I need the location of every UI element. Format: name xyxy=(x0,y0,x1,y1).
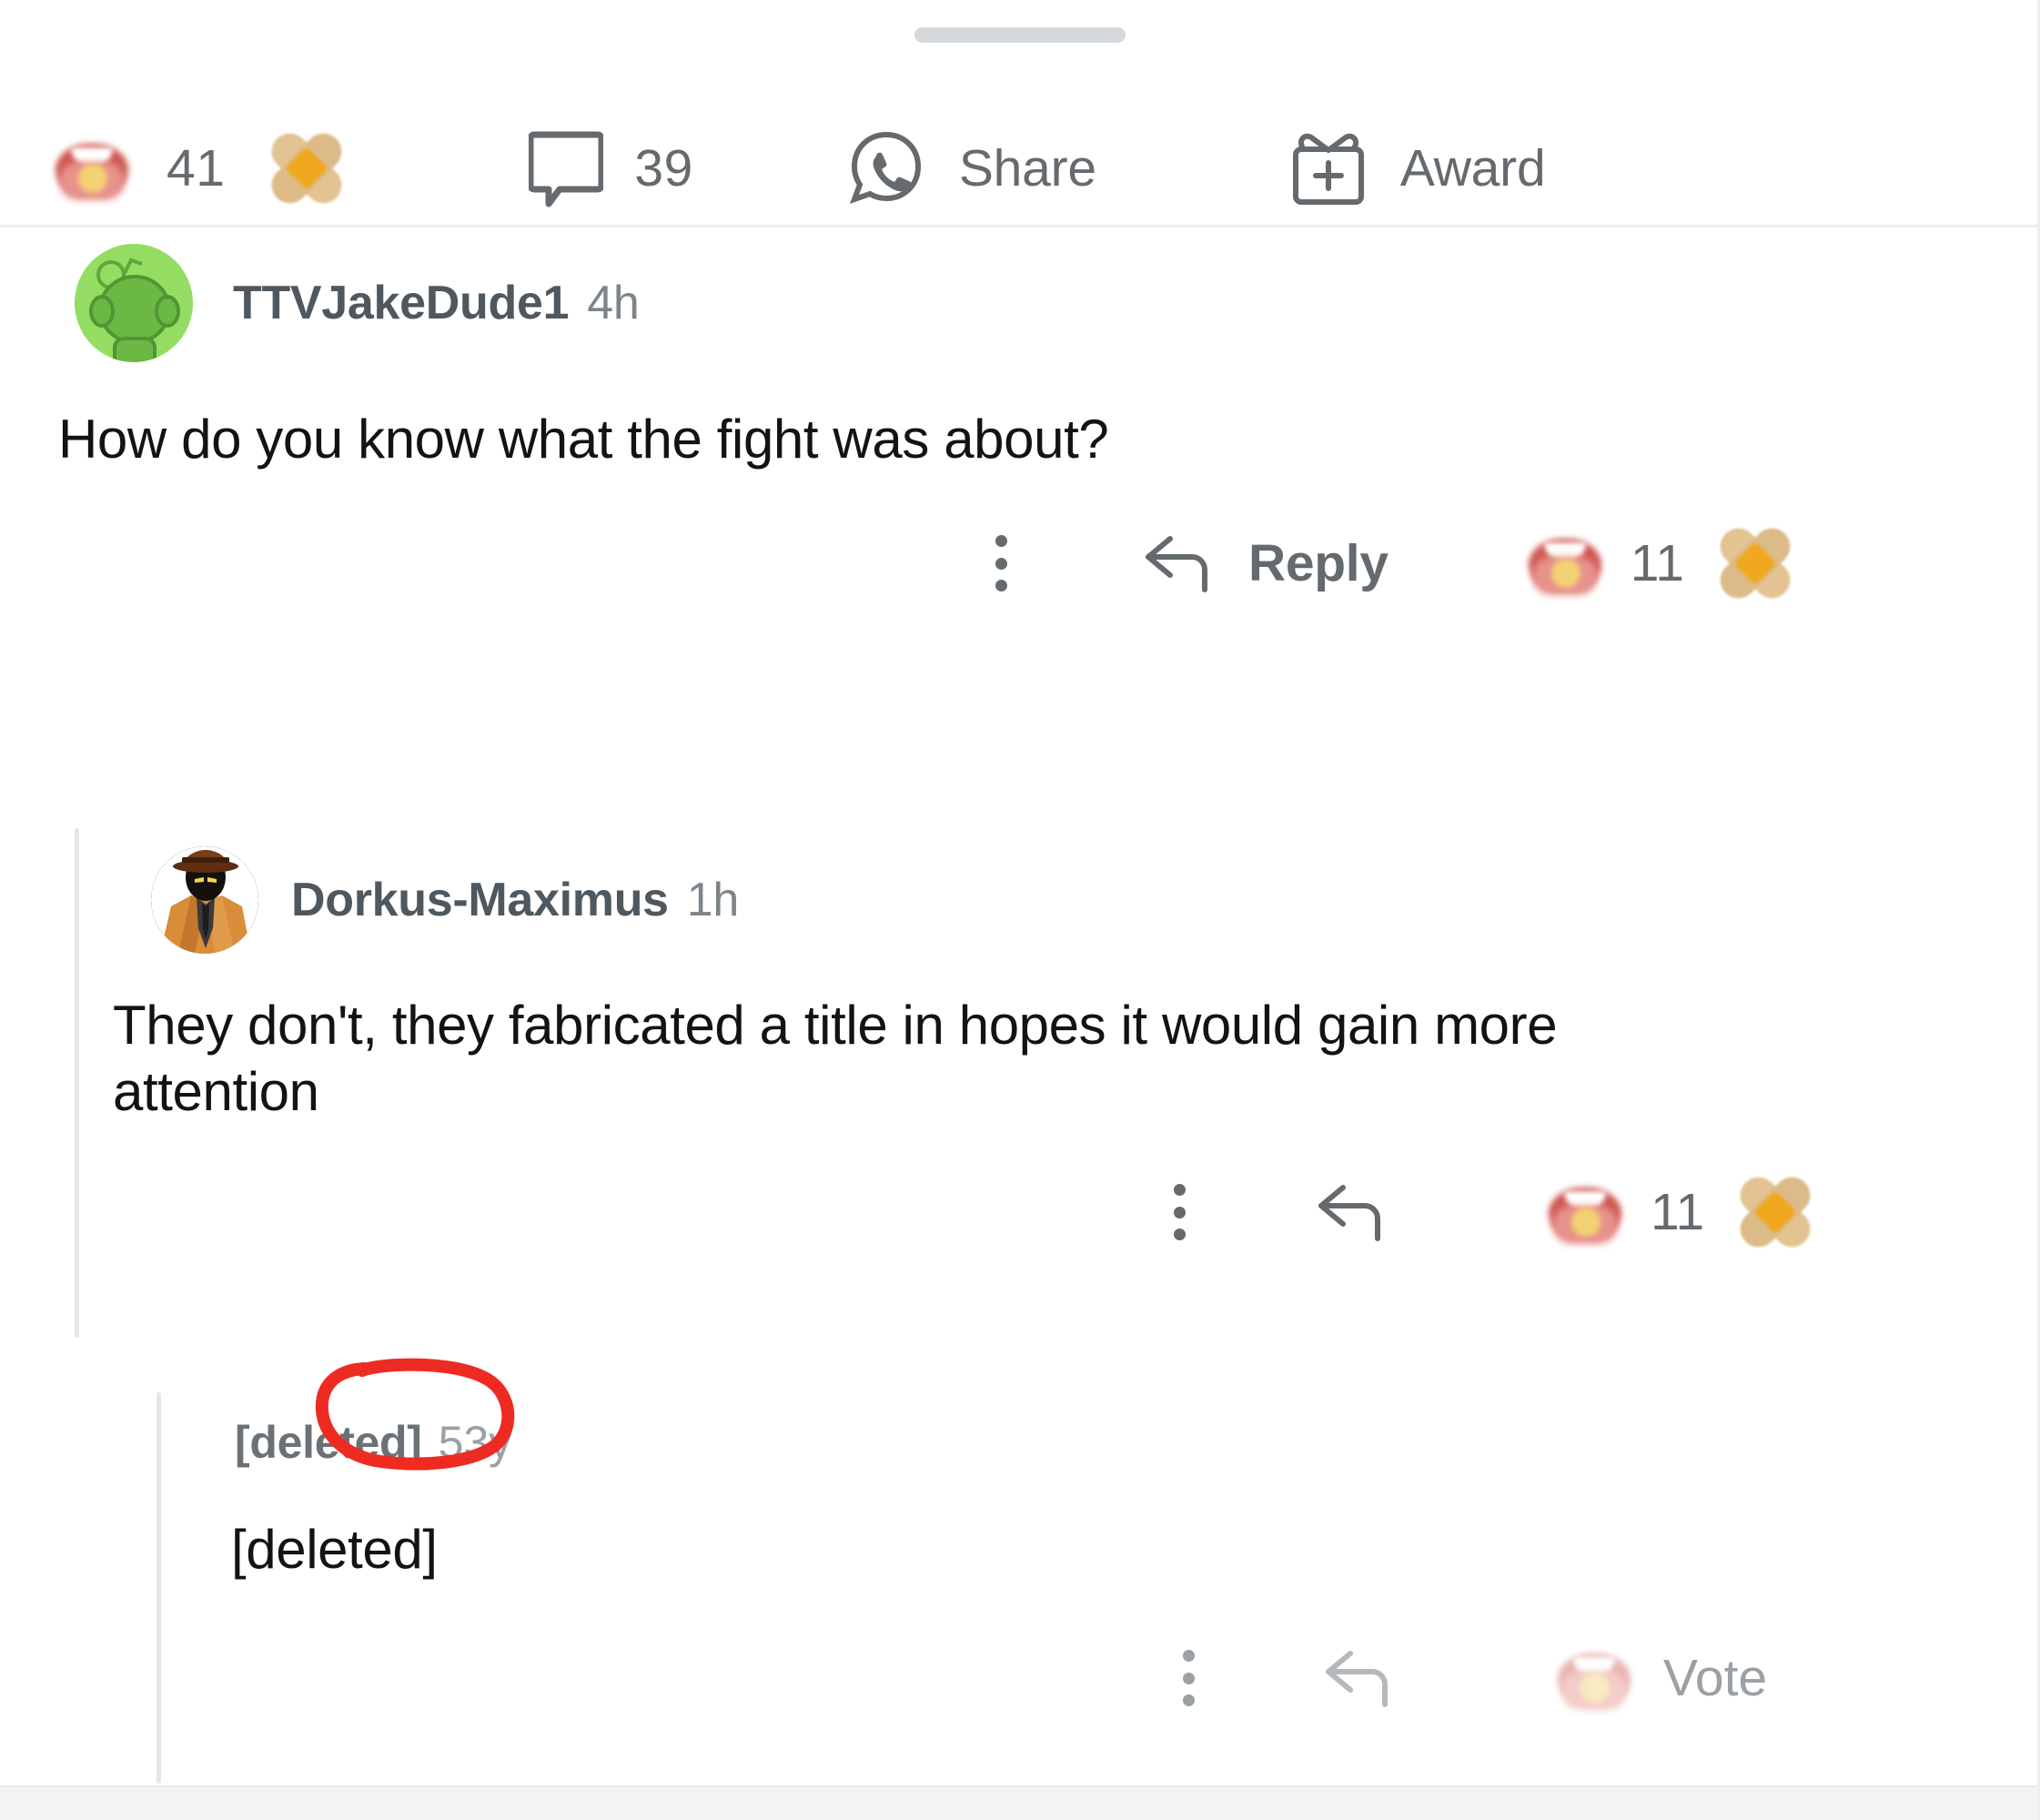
comment-action-row: 11 xyxy=(1174,1169,2040,1256)
comment-header[interactable]: TTVJakeDude1 4h xyxy=(75,244,2040,362)
post-vote-group[interactable]: 41 xyxy=(50,111,350,225)
comment-timestamp: 1h xyxy=(686,874,740,926)
deleted-timestamp: 53y xyxy=(438,1417,512,1468)
drag-handle[interactable] xyxy=(914,27,1126,43)
post-award-label: Award xyxy=(1399,138,1546,197)
bandage-emoji-icon[interactable] xyxy=(1712,521,1799,606)
comment-body: How do you know what the fight was about… xyxy=(58,409,1109,470)
bottom-sheet-drag-area[interactable] xyxy=(0,0,2040,73)
bandage-emoji-icon[interactable] xyxy=(263,125,350,211)
comment-ttvjakedude1: TTVJakeDude1 4h How do you know what the… xyxy=(0,244,2040,606)
post-action-bar: 41 39 Share Award xyxy=(0,111,2040,228)
comment-vote-count: 11 xyxy=(1630,534,1684,593)
avatar-detective-noir[interactable] xyxy=(151,846,258,954)
avatar-snoo-green[interactable] xyxy=(75,244,193,362)
comment-bubble-icon xyxy=(529,129,604,207)
comment-vote-count: 11 xyxy=(1651,1183,1705,1242)
comment-header: [deleted] 53y xyxy=(235,1416,2040,1469)
comment-username[interactable]: TTVJakeDude1 xyxy=(233,276,570,330)
deleted-username: [deleted] xyxy=(235,1417,422,1468)
comment-action-row: Reply 11 xyxy=(995,521,2040,606)
reply-arrow-icon[interactable] xyxy=(1321,1646,1396,1710)
comment-deleted: [deleted] 53y [deleted] Vote xyxy=(0,1416,2040,1714)
post-comments-button[interactable]: 39 xyxy=(529,111,692,225)
whatsapp-share-icon xyxy=(846,128,926,208)
censored-upvote-emoji-icon[interactable] xyxy=(1552,1643,1636,1714)
censored-upvote-emoji-icon[interactable] xyxy=(50,133,134,204)
comment-header[interactable]: Dorkus-Maximus 1h xyxy=(151,846,2040,954)
post-share-button[interactable]: Share xyxy=(846,111,1096,225)
overflow-menu-icon[interactable] xyxy=(995,535,1008,592)
bandage-emoji-icon[interactable] xyxy=(1732,1169,1819,1256)
gift-plus-icon xyxy=(1289,128,1368,208)
comment-dorkus-maximus: Dorkus-Maximus 1h They don't, they fabri… xyxy=(0,846,2040,1256)
comment-username[interactable]: Dorkus-Maximus xyxy=(291,873,669,927)
overflow-menu-icon[interactable] xyxy=(1183,1650,1196,1706)
comment-thread-screen: 41 39 Share Award TTVJakeDude1 4h How do… xyxy=(0,0,2040,1820)
censored-upvote-emoji-icon[interactable] xyxy=(1543,1177,1627,1248)
comment-action-row: Vote xyxy=(1183,1643,2040,1714)
vote-button-label[interactable]: Vote xyxy=(1663,1648,1767,1708)
bottom-strip xyxy=(0,1785,2040,1820)
post-upvote-count: 41 xyxy=(167,138,226,197)
post-award-button[interactable]: Award xyxy=(1289,111,1546,225)
censored-upvote-emoji-icon[interactable] xyxy=(1523,528,1607,599)
reply-button-label[interactable]: Reply xyxy=(1248,533,1389,593)
post-comment-count: 39 xyxy=(634,138,693,197)
comment-body: They don't, they fabricated a title in h… xyxy=(113,995,1558,1123)
overflow-menu-icon[interactable] xyxy=(1174,1184,1187,1241)
post-share-label: Share xyxy=(958,138,1096,197)
reply-arrow-icon[interactable] xyxy=(1314,1180,1389,1244)
deleted-comment-body: [deleted] xyxy=(231,1519,438,1580)
comment-timestamp: 4h xyxy=(587,277,640,329)
reply-arrow-icon[interactable] xyxy=(1141,531,1216,595)
